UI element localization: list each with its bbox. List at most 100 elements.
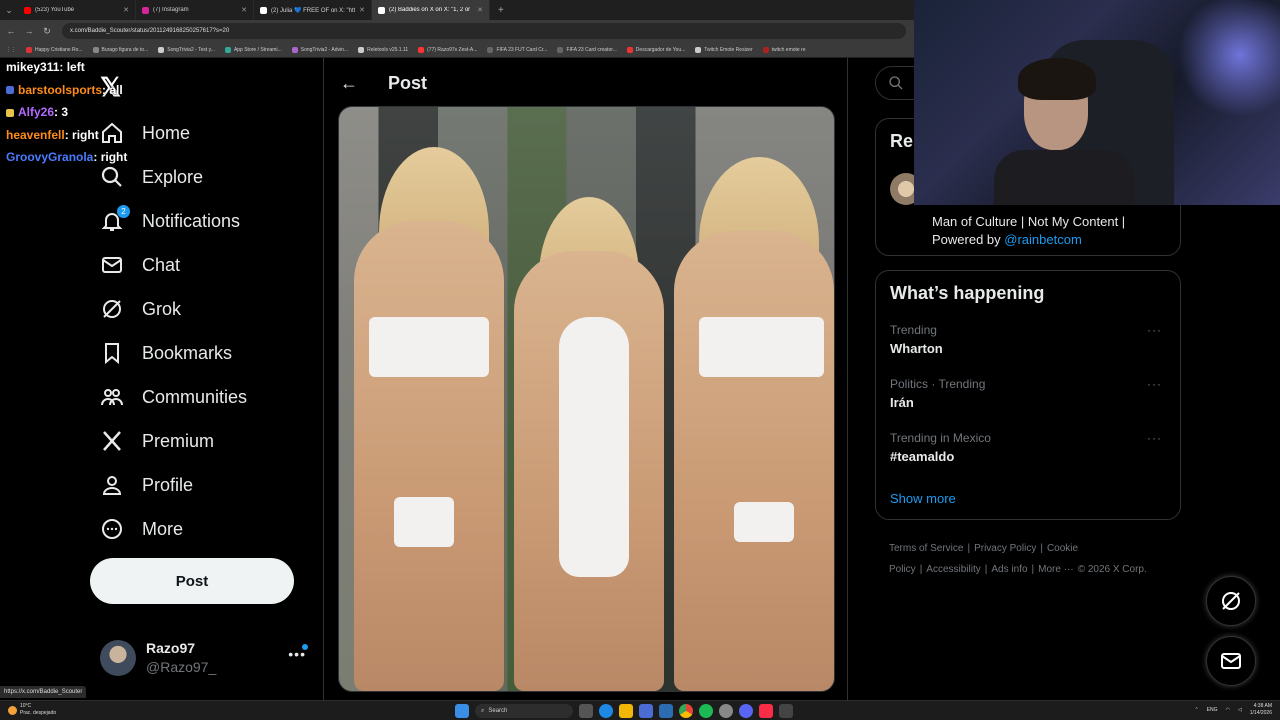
footer-link[interactable]: Ads info (991, 564, 1027, 575)
discord-icon[interactable] (739, 704, 753, 718)
grok-icon (100, 297, 124, 321)
bookmark-item[interactable]: Burago figura de to... (92, 46, 148, 53)
close-icon[interactable]: ✕ (123, 6, 129, 14)
chat-message: barstoolsports: all (6, 83, 123, 97)
volume-icon[interactable]: ◁ (1238, 707, 1242, 713)
bookmark-favicon-icon (487, 46, 494, 53)
clock[interactable]: 4:38 AM 1/14/2026 (1250, 703, 1272, 717)
more-icon[interactable]: ··· (1147, 323, 1162, 337)
browser-tab[interactable]: (2) Julia 💙 FREE OF on X: "htt ✕ (254, 0, 372, 20)
account-handle: @Razo97_ (146, 659, 217, 675)
music-icon[interactable] (759, 704, 773, 718)
account-switcher[interactable]: Razo97 @Razo97_ ••• (100, 638, 314, 678)
close-icon[interactable]: ✕ (477, 6, 483, 14)
nav-item-premium[interactable]: Premium (100, 421, 214, 461)
bookmark-item[interactable]: FIFA 23 FUT Card Cr... (487, 46, 547, 53)
footer-link[interactable]: Terms of Service (889, 543, 963, 554)
nav-item-bookmarks[interactable]: Bookmarks (100, 333, 232, 373)
footer-separator: | (984, 564, 988, 575)
show-more-link[interactable]: Show more (890, 491, 956, 506)
nav-item-communities[interactable]: Communities (100, 377, 247, 417)
more-icon[interactable]: ··· (1147, 377, 1162, 391)
url-field[interactable]: x.com/Baddie_Scouter/status/201124916825… (62, 23, 906, 39)
bookmark-item[interactable]: Happy Cristiano Ro... (26, 46, 83, 53)
browser-tab[interactable]: (7) Instagram ✕ (136, 0, 254, 20)
bookmark-item[interactable]: SongTrivia2 - Test y... (158, 46, 215, 53)
webcam-overlay (914, 0, 1280, 205)
page-title: Post (388, 72, 428, 93)
bookmark-item[interactable]: Reletools v25.1.11 (358, 46, 408, 53)
chrome-icon[interactable] (679, 704, 693, 718)
back-icon[interactable]: ← (4, 26, 18, 36)
browser-tab[interactable]: (2) Baddies on X on X: "1, 2 or ✕ (372, 0, 490, 20)
forward-icon[interactable]: → (22, 26, 36, 36)
nav-item-grok[interactable]: Grok (100, 289, 181, 329)
bookmark-item[interactable]: (77) Razo97s Zest-A... (418, 46, 478, 53)
post-button[interactable]: Post (90, 558, 294, 604)
new-tab-button[interactable]: + (490, 5, 504, 16)
nav-item-notifications[interactable]: 2 Notifications (100, 201, 240, 241)
footer-link[interactable]: © 2026 X Corp. (1078, 564, 1147, 575)
bookmark-favicon-icon (695, 46, 702, 53)
trend-item[interactable]: Trending in Mexico #teamaldo ··· (890, 431, 1170, 464)
bookmark-item[interactable]: Descargador de You... (626, 46, 686, 53)
bookmark-item[interactable]: App Store / Streami... (224, 46, 282, 53)
store-icon[interactable] (639, 704, 653, 718)
mail-app-icon[interactable] (659, 704, 673, 718)
trend-item[interactable]: Trending Wharton ··· (890, 323, 1170, 356)
bookmark-label: SongTrivia2 - Advin... (300, 46, 349, 53)
chevron-up-icon[interactable]: ⌃ (1194, 707, 1198, 713)
grok-fab[interactable] (1206, 576, 1256, 626)
wifi-icon[interactable]: ◠ (1226, 707, 1230, 713)
bookmark-favicon-icon (26, 46, 32, 53)
more-icon[interactable]: ··· (1147, 431, 1162, 445)
lang-indicator[interactable]: ENG (1207, 707, 1218, 713)
bookmark-label: (77) Razo97s Zest-A... (427, 46, 478, 53)
taskbar-search[interactable]: ⌕ Search (475, 704, 573, 718)
nav-item-profile[interactable]: Profile (100, 465, 193, 505)
bio-link[interactable]: @rainbetcom (1004, 232, 1082, 247)
task-view-icon[interactable] (579, 704, 593, 718)
bookmark-label: Descargador de You... (635, 46, 686, 53)
chat-badge-icon (6, 108, 14, 117)
bookmarks-bar: ⋮⋮ Happy Cristiano Ro... Burago figura de… (0, 42, 914, 58)
bookmark-item[interactable]: SongTrivia2 - Advin... (291, 46, 349, 53)
tab-list-icon[interactable]: ⌄ (0, 0, 18, 20)
trend-meta: Trending in Mexico (890, 431, 991, 445)
messages-fab[interactable] (1206, 636, 1256, 686)
trend-item[interactable]: Politics · Trending Irán ··· (890, 377, 1170, 410)
browser-tab[interactable]: (523) YouTube ✕ (18, 0, 136, 20)
avatar (100, 640, 136, 676)
edge-icon[interactable] (599, 704, 613, 718)
unread-dot (302, 644, 308, 650)
weather-widget[interactable]: 10°C Prac. despejado (8, 703, 56, 717)
weather-desc: Prac. despejado (20, 710, 57, 716)
back-arrow-icon[interactable]: ← (340, 73, 360, 94)
file-explorer-icon[interactable] (619, 704, 633, 718)
apps-icon[interactable]: ⋮⋮ (6, 47, 16, 53)
bookmark-item[interactable]: twitch emote re (762, 46, 806, 53)
nav-item-more[interactable]: More (100, 509, 183, 549)
reload-icon[interactable]: ↻ (40, 26, 54, 37)
nav-item-label: Premium (142, 430, 215, 451)
close-icon[interactable]: ✕ (241, 6, 247, 14)
tab-label: (2) Julia 💙 FREE OF on X: "htt (271, 7, 356, 14)
footer-link[interactable]: Accessibility (926, 564, 980, 575)
spotify-icon[interactable] (699, 704, 713, 718)
nav-item-home[interactable]: Home (100, 113, 190, 153)
obs-icon[interactable] (719, 704, 733, 718)
bookmark-item[interactable]: Twitch Emote Resizer (695, 46, 753, 53)
footer-link[interactable]: More ··· (1038, 564, 1074, 575)
post-image[interactable] (338, 106, 835, 692)
footer-link[interactable]: Privacy Policy (974, 543, 1036, 554)
bookmark-favicon-icon (92, 46, 99, 53)
close-icon[interactable]: ✕ (359, 6, 365, 14)
nav-item-chat[interactable]: Chat (100, 245, 180, 285)
start-windows-icon[interactable] (455, 704, 469, 718)
chat-text: : right (64, 127, 99, 142)
webcam-person-hair (1018, 58, 1096, 100)
bookmark-item[interactable]: FIFA 23 Card creator... (557, 46, 617, 53)
trend-name: #teamaldo (890, 449, 955, 464)
app-icon[interactable] (779, 704, 793, 718)
x-icon (100, 429, 124, 453)
